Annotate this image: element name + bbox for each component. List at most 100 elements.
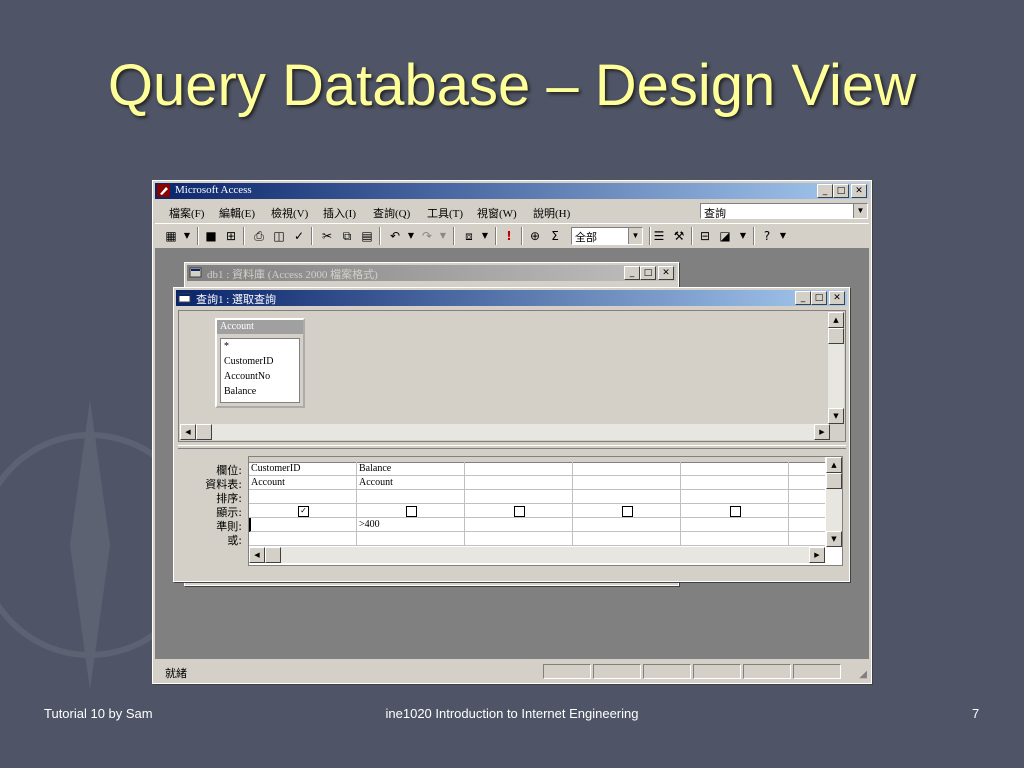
grid-criteria-cell[interactable]: [573, 518, 681, 532]
grid-table-cell[interactable]: [465, 476, 573, 490]
grid-hscroll[interactable]: ◀ ▶: [249, 547, 825, 563]
grid-criteria-cell[interactable]: >400: [357, 518, 465, 532]
menu-insert[interactable]: 插入(I): [323, 205, 356, 221]
chevron-down-icon[interactable]: ▼: [477, 228, 493, 244]
grid-or-cell[interactable]: [681, 532, 789, 546]
grid-table-cell[interactable]: [573, 476, 681, 490]
grid-field-cell[interactable]: [573, 462, 681, 476]
save-icon[interactable]: ■: [203, 228, 219, 244]
grid-field-cell[interactable]: [465, 462, 573, 476]
scroll-down-icon[interactable]: ▼: [828, 408, 844, 424]
chevron-down-icon[interactable]: ▼: [628, 228, 642, 244]
grid-table-cell[interactable]: Account: [249, 476, 357, 490]
scroll-right-icon[interactable]: ▶: [814, 424, 830, 440]
chevron-down-icon[interactable]: ▼: [403, 228, 419, 244]
minimize-button[interactable]: _: [817, 184, 833, 198]
menu-window[interactable]: 視窗(W): [477, 205, 517, 221]
pane-splitter[interactable]: [178, 445, 846, 449]
scroll-right-icon[interactable]: ▶: [809, 547, 825, 563]
menu-tools[interactable]: 工具(T): [427, 205, 463, 221]
show-checkbox[interactable]: [730, 506, 741, 517]
show-checkbox[interactable]: [514, 506, 525, 517]
query-minimize-button[interactable]: _: [795, 291, 811, 305]
grid-criteria-cell[interactable]: [465, 518, 573, 532]
chevron-down-icon[interactable]: ▼: [179, 228, 195, 244]
query-close-button[interactable]: ✕: [829, 291, 845, 305]
grid-or-cell[interactable]: [357, 532, 465, 546]
table-pane-vscroll[interactable]: ▲ ▼: [828, 312, 844, 424]
paste-icon[interactable]: ▤: [359, 228, 375, 244]
table-pane[interactable]: Account * CustomerID AccountNo Balance ▲…: [178, 310, 846, 442]
chevron-down-icon[interactable]: ▼: [435, 228, 451, 244]
grid-table-cell[interactable]: [681, 476, 789, 490]
help-icon[interactable]: ?: [759, 228, 775, 244]
query-type-icon[interactable]: ⧈: [461, 228, 477, 244]
field-list-item[interactable]: AccountNo: [221, 369, 299, 384]
scroll-thumb[interactable]: [828, 328, 844, 344]
grid-sort-cell[interactable]: [357, 490, 465, 504]
redo-icon[interactable]: ↷: [419, 228, 435, 244]
chevron-down-icon[interactable]: ▼: [735, 228, 751, 244]
scroll-down-icon[interactable]: ▼: [826, 531, 842, 547]
field-list-item[interactable]: Balance: [221, 384, 299, 399]
scroll-up-icon[interactable]: ▲: [826, 457, 842, 473]
cut-icon[interactable]: ✂: [319, 228, 335, 244]
run-icon[interactable]: !: [501, 228, 517, 244]
db-minimize-button[interactable]: _: [624, 266, 640, 280]
top-values-select[interactable]: 全部 ▼: [571, 227, 643, 245]
scroll-thumb[interactable]: [826, 473, 842, 489]
menu-query[interactable]: 查詢(Q): [373, 205, 410, 221]
field-list-title[interactable]: Account: [217, 320, 303, 334]
chevron-down-icon[interactable]: ▼: [775, 228, 791, 244]
grid-field-cell[interactable]: CustomerID: [249, 462, 357, 476]
search-files-icon[interactable]: ⊞: [223, 228, 239, 244]
grid-sort-cell[interactable]: [681, 490, 789, 504]
grid-vscroll[interactable]: ▲ ▼: [826, 457, 842, 547]
grid-criteria-cell[interactable]: [249, 518, 357, 532]
maximize-button[interactable]: □: [833, 184, 849, 198]
grid-or-cell[interactable]: [465, 532, 573, 546]
db-maximize-button[interactable]: □: [640, 266, 656, 280]
menu-file[interactable]: 檔案(F): [169, 205, 204, 221]
field-list-account[interactable]: Account * CustomerID AccountNo Balance: [215, 318, 305, 408]
help-question-box[interactable]: 查詢 ▼: [700, 203, 868, 220]
scroll-left-icon[interactable]: ◀: [180, 424, 196, 440]
totals-icon[interactable]: Σ: [547, 228, 563, 244]
grid-sort-cell[interactable]: [573, 490, 681, 504]
resize-grip-icon[interactable]: ◢: [859, 669, 867, 680]
scroll-thumb[interactable]: [265, 547, 281, 563]
chevron-down-icon[interactable]: ▼: [853, 204, 867, 218]
show-checkbox[interactable]: ✓: [298, 506, 309, 517]
menu-view[interactable]: 檢視(V): [271, 205, 308, 221]
grid-criteria-cell[interactable]: [681, 518, 789, 532]
scroll-thumb[interactable]: [196, 424, 212, 440]
properties-icon[interactable]: ☰: [651, 228, 667, 244]
scroll-left-icon[interactable]: ◀: [249, 547, 265, 563]
db-close-button[interactable]: ✕: [658, 266, 674, 280]
table-pane-hscroll[interactable]: ◀ ▶: [180, 424, 830, 440]
grid-sort-cell[interactable]: [465, 490, 573, 504]
show-checkbox[interactable]: [406, 506, 417, 517]
spelling-icon[interactable]: ✓: [291, 228, 307, 244]
grid-table-cell[interactable]: Account: [357, 476, 465, 490]
grid-sort-cell[interactable]: [249, 490, 357, 504]
grid-or-cell[interactable]: [573, 532, 681, 546]
database-window-icon[interactable]: ⊟: [697, 228, 713, 244]
design-grid[interactable]: CustomerID Account Balance Account >400: [248, 456, 843, 566]
grid-field-cell[interactable]: Balance: [357, 462, 465, 476]
scroll-up-icon[interactable]: ▲: [828, 312, 844, 328]
menu-help[interactable]: 說明(H): [533, 205, 570, 221]
copy-icon[interactable]: ⧉: [339, 228, 355, 244]
print-icon[interactable]: ⎙: [251, 228, 267, 244]
close-button[interactable]: ✕: [851, 184, 867, 198]
print-preview-icon[interactable]: ◫: [271, 228, 287, 244]
build-icon[interactable]: ⚒: [671, 228, 687, 244]
new-object-icon[interactable]: ◪: [717, 228, 733, 244]
field-list-item[interactable]: *: [221, 339, 299, 354]
show-table-icon[interactable]: ⊕: [527, 228, 543, 244]
query-maximize-button[interactable]: □: [811, 291, 827, 305]
view-icon[interactable]: ▦: [163, 228, 179, 244]
menu-edit[interactable]: 編輯(E): [219, 205, 255, 221]
field-list-item[interactable]: CustomerID: [221, 354, 299, 369]
grid-or-cell[interactable]: [249, 532, 357, 546]
